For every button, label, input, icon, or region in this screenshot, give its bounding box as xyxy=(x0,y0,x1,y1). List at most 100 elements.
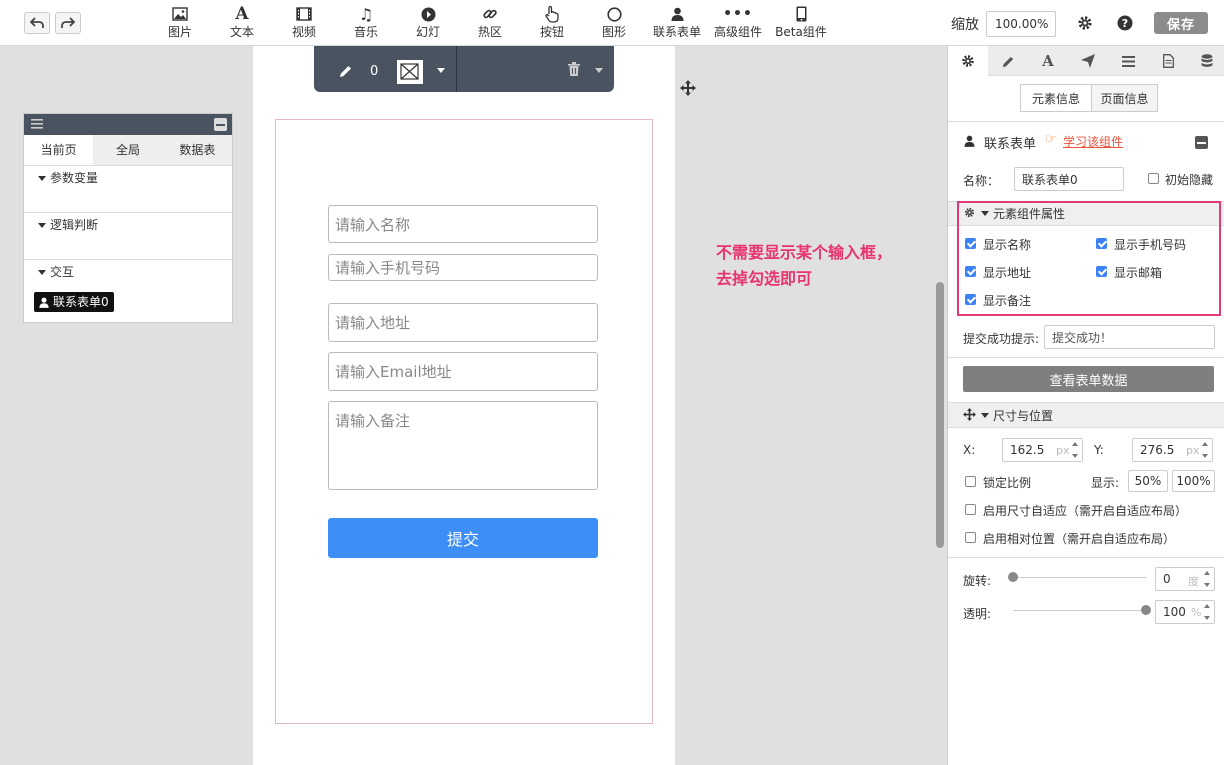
annotation-note: 不需要显示某个输入框， 去掉勾选即可 xyxy=(716,243,893,288)
adaptive-size-checkbox[interactable] xyxy=(965,504,976,515)
lock-ratio-checkbox[interactable] xyxy=(965,476,976,487)
move-icon[interactable] xyxy=(680,80,696,96)
device-icon xyxy=(796,6,806,22)
tool-beta[interactable]: Beta组件 xyxy=(775,4,827,44)
layer-tabs: 当前页 全局 数据表 xyxy=(24,135,232,166)
tab-settings[interactable] xyxy=(948,46,988,76)
trash-icon[interactable] xyxy=(568,62,580,76)
link-icon xyxy=(483,9,497,19)
tool-slideshow[interactable]: 幻灯 xyxy=(414,4,442,44)
tool-advanced[interactable]: ••• 高级组件 xyxy=(713,4,763,44)
tab-global[interactable]: 全局 xyxy=(93,135,162,165)
tab-style[interactable] xyxy=(988,46,1028,76)
divider xyxy=(948,557,1224,558)
music-icon: ♫ xyxy=(358,4,374,24)
address-input[interactable]: 请输入地址 xyxy=(328,303,598,342)
tab-document[interactable] xyxy=(1148,46,1188,76)
display-100-button[interactable]: 100% xyxy=(1172,470,1215,492)
tab-list[interactable] xyxy=(1108,46,1148,76)
opacity-stepper[interactable] xyxy=(1204,604,1211,620)
layer-item-contact-form[interactable]: 联系表单0 xyxy=(34,292,114,312)
zoom-input[interactable]: 100.00% xyxy=(986,11,1056,37)
learn-component-link[interactable]: 学习该组件 xyxy=(1063,133,1123,150)
size-section-title: 尺寸与位置 xyxy=(993,409,1054,423)
relative-position-checkbox[interactable] xyxy=(965,532,976,543)
redo-button[interactable] xyxy=(55,12,81,34)
email-input[interactable]: 请输入Email地址 xyxy=(328,352,598,391)
gear-icon xyxy=(962,55,974,67)
tab-database[interactable] xyxy=(1188,46,1224,76)
tab-datatable[interactable]: 数据表 xyxy=(163,135,232,165)
layer-panel: 当前页 全局 数据表 参数变量 逻辑判断 交互 联系表单0 xyxy=(23,113,233,323)
rotate-stepper[interactable] xyxy=(1204,571,1211,587)
size-section-header[interactable] xyxy=(948,402,1224,428)
name-field[interactable]: 联系表单0 xyxy=(1014,167,1124,191)
tab-animation[interactable] xyxy=(1068,46,1108,76)
minus-icon xyxy=(216,123,225,126)
tool-video[interactable]: 视频 xyxy=(290,4,318,44)
hand-right-icon: ☞ xyxy=(1045,132,1057,147)
relative-position-label: 启用相对位置（需开启自适应布局） xyxy=(983,532,1176,546)
border-width-value: 0 xyxy=(370,64,379,79)
user-icon xyxy=(964,135,975,147)
undo-button[interactable] xyxy=(24,12,50,34)
canvas-scrollbar[interactable] xyxy=(936,282,944,548)
tab-element-info[interactable]: 元素信息 xyxy=(1020,84,1092,112)
font-icon: A xyxy=(1042,52,1054,70)
tool-text[interactable]: A 文本 xyxy=(228,4,256,44)
layer-panel-header[interactable] xyxy=(24,114,232,135)
x-stepper[interactable] xyxy=(1072,442,1079,458)
settings-button[interactable] xyxy=(1076,14,1094,32)
highlight-box xyxy=(957,201,1221,316)
tool-hotspot[interactable]: 热区 xyxy=(476,4,504,44)
top-toolbar: 图片 A 文本 视频 ♫ 音乐 幻灯 热区 按钮 图形 联系表单 ••• 高级组… xyxy=(0,0,1224,46)
help-button[interactable]: ? xyxy=(1116,14,1134,32)
y-input[interactable]: 276.5 px xyxy=(1132,438,1213,462)
toolbar-divider xyxy=(456,46,457,92)
save-button[interactable]: 保存 xyxy=(1154,12,1208,34)
pencil-icon[interactable] xyxy=(339,64,353,78)
rotate-slider-knob[interactable] xyxy=(1008,572,1018,582)
document-icon xyxy=(1162,54,1174,68)
tool-contact-form[interactable]: 联系表单 xyxy=(652,4,702,44)
opacity-slider-knob[interactable] xyxy=(1141,605,1151,615)
rotate-input[interactable]: 0 度 xyxy=(1155,567,1215,591)
tab-page-info[interactable]: 页面信息 xyxy=(1091,84,1158,112)
caret-down-icon[interactable] xyxy=(437,68,445,73)
fill-color-swatch[interactable] xyxy=(397,60,423,84)
more-icon: ••• xyxy=(723,6,753,22)
section-logic[interactable]: 逻辑判断 xyxy=(24,213,232,260)
move-icon xyxy=(963,408,976,421)
opacity-input[interactable]: 100 % xyxy=(1155,600,1215,624)
tool-shape[interactable]: 图形 xyxy=(600,4,628,44)
initial-hidden-checkbox[interactable] xyxy=(1148,173,1159,184)
opacity-slider-track[interactable] xyxy=(1013,610,1146,611)
name-input[interactable]: 请输入名称 xyxy=(328,205,598,243)
tool-button[interactable]: 按钮 xyxy=(538,4,566,44)
caret-down-icon xyxy=(38,270,46,275)
divider xyxy=(948,121,1224,122)
tab-current-page[interactable]: 当前页 xyxy=(24,135,94,165)
note-textarea[interactable]: 请输入备注 xyxy=(328,401,598,490)
rotate-slider-track[interactable] xyxy=(1013,577,1146,578)
name-label: 名称： xyxy=(963,174,1000,188)
display-50-button[interactable]: 50% xyxy=(1128,470,1168,492)
undo-icon xyxy=(30,17,44,28)
x-input[interactable]: 162.5 px xyxy=(1002,438,1083,462)
success-message-field[interactable]: 提交成功！ xyxy=(1044,325,1215,349)
phone-input[interactable]: 请输入手机号码 xyxy=(328,254,598,281)
tab-font[interactable]: A xyxy=(1028,46,1068,76)
caret-down-icon xyxy=(38,223,46,228)
tool-music[interactable]: ♫ 音乐 xyxy=(352,4,380,44)
tool-image[interactable]: 图片 xyxy=(166,4,194,44)
collapse-section-button[interactable] xyxy=(1195,136,1208,149)
section-variables[interactable]: 参数变量 xyxy=(24,166,232,213)
collapse-button[interactable] xyxy=(214,118,227,131)
submit-button[interactable]: 提交 xyxy=(328,518,598,558)
success-message-label: 提交成功提示: xyxy=(963,332,1040,346)
caret-down-icon[interactable] xyxy=(595,68,603,73)
database-icon xyxy=(1201,54,1212,67)
y-stepper[interactable] xyxy=(1202,442,1209,458)
caret-down-icon xyxy=(981,413,989,418)
view-form-data-button[interactable]: 查看表单数据 xyxy=(963,366,1214,392)
